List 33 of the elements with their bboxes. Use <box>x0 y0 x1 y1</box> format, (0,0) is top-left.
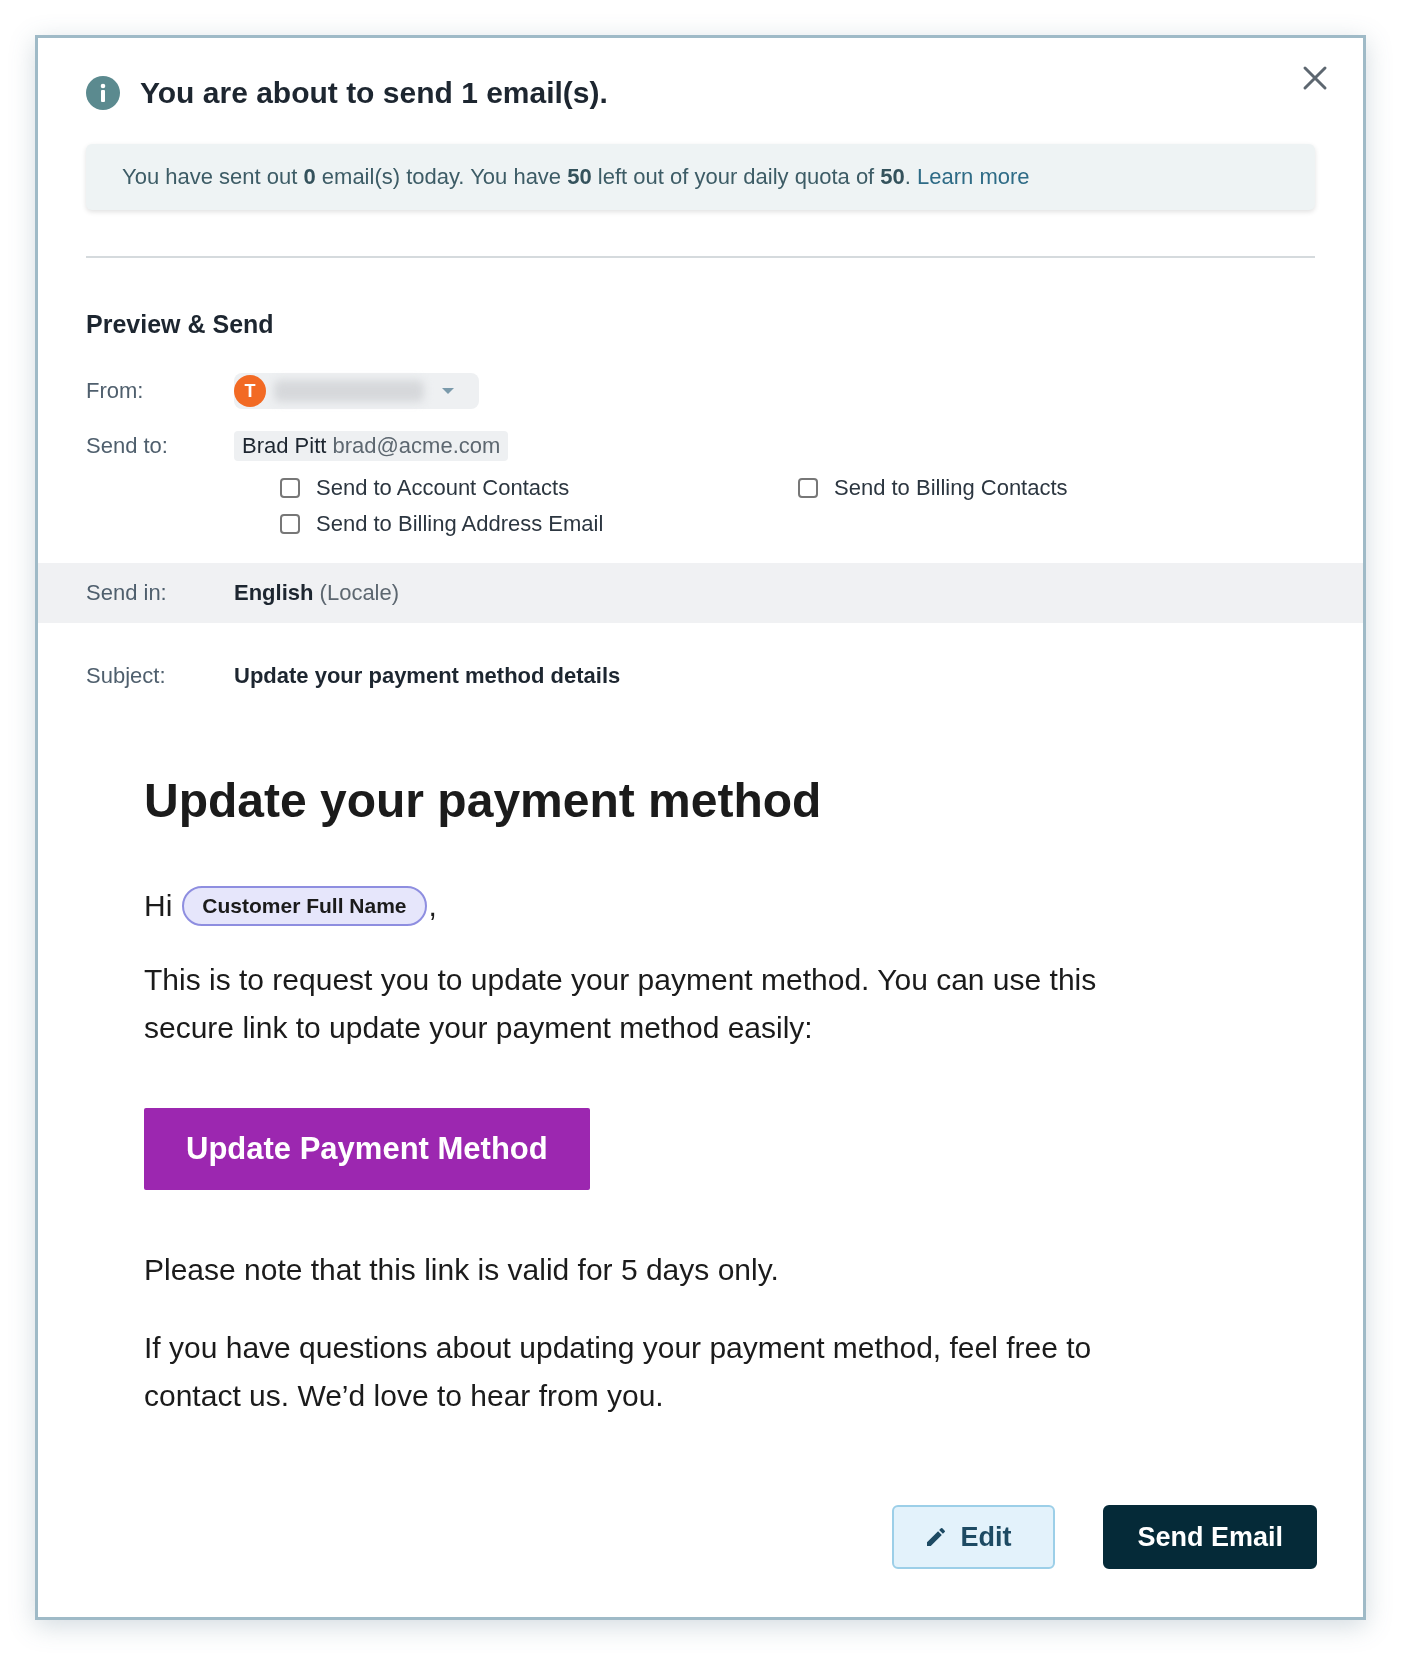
email-paragraph: Please note that this link is valid for 5 days only. <box>144 1252 780 1288</box>
email-paragraph: This is to request you to update your payment method. You can use this secure link to update your payment method easily: <box>144 962 1098 1046</box>
checkbox-option[interactable]: Send to Billing Address Email <box>280 511 798 537</box>
checkbox-option[interactable]: Send to Billing Contacts <box>798 475 1315 501</box>
learn-more-link[interactable]: Learn more <box>917 164 1030 189</box>
close-icon[interactable] <box>1301 64 1329 92</box>
email-paragraph: If you have questions about updating your payment method, feel free to contact us. We’d love to hear from you. <box>144 1330 1093 1414</box>
send-email-button[interactable]: Send Email <box>1103 1505 1317 1569</box>
quota-text: You have sent out 0 email(s) today. You have 50 left out of your daily quota of 50. <box>122 164 911 189</box>
subject-value: Update your payment method details <box>234 663 622 689</box>
checkbox-option[interactable]: Send to Account Contacts <box>280 475 798 501</box>
dialog-title: You are about to send 1 email(s). <box>140 76 608 110</box>
merge-tag: Customer Full Name <box>182 886 427 926</box>
avatar: T <box>234 375 266 407</box>
locale-note: (Locale) <box>319 580 400 605</box>
greeting-comma: , <box>428 889 437 923</box>
recipient-email: brad@acme.com <box>332 433 501 458</box>
checkbox[interactable] <box>280 514 300 534</box>
subject-label: Subject: <box>86 663 167 689</box>
language: English <box>234 580 314 605</box>
section-title: Preview & Send <box>86 310 275 339</box>
send-in-label: Send in: <box>86 580 168 606</box>
recipient-name: Brad Pitt <box>242 433 327 458</box>
checkbox[interactable] <box>798 478 818 498</box>
email-heading: Update your payment method <box>144 773 823 828</box>
from-label: From: <box>86 378 145 404</box>
info-icon <box>86 76 120 110</box>
caret-icon <box>440 386 456 396</box>
checkbox[interactable] <box>280 478 300 498</box>
edit-button[interactable]: Edit <box>892 1505 1056 1569</box>
greeting: Hi <box>144 889 173 923</box>
send-to-label: Send to: <box>86 433 169 459</box>
update-payment-button[interactable]: Update Payment Method <box>144 1108 590 1190</box>
